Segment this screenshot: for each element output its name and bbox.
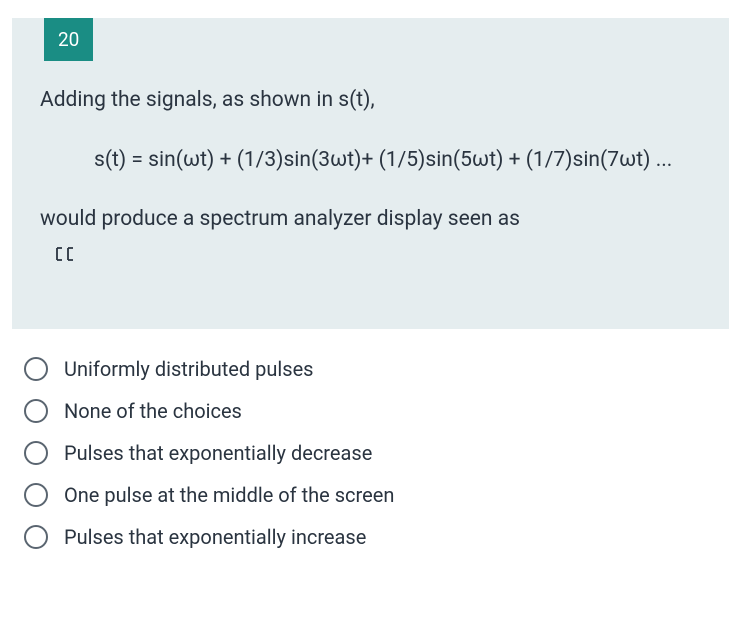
radio-button[interactable] (24, 525, 48, 549)
option-label: Uniformly distributed pulses (64, 357, 314, 381)
question-number-badge: 20 (44, 18, 93, 61)
radio-button[interactable] (24, 399, 48, 423)
question-formula: s(t) = sin(ωt) + (1/3)sin(3ωt)+ (1/5)sin… (40, 145, 701, 177)
option-label: Pulses that exponentially increase (64, 525, 366, 549)
question-line-1: Adding the signals, as shown in s(t), (40, 85, 701, 117)
option-row[interactable]: One pulse at the middle of the screen (24, 483, 717, 507)
option-row[interactable]: Pulses that exponentially decrease (24, 441, 717, 465)
placeholder-icon (40, 242, 701, 269)
question-line-2: would produce a spectrum analyzer displa… (40, 204, 701, 236)
option-label: Pulses that exponentially decrease (64, 441, 372, 465)
question-container: 20 Adding the signals, as shown in s(t),… (12, 18, 729, 329)
radio-button[interactable] (24, 483, 48, 507)
option-row[interactable]: Pulses that exponentially increase (24, 525, 717, 549)
option-label: None of the choices (64, 399, 242, 423)
question-text: Adding the signals, as shown in s(t), s(… (12, 61, 729, 269)
options-list: Uniformly distributed pulses None of the… (12, 329, 729, 549)
radio-button[interactable] (24, 441, 48, 465)
option-row[interactable]: Uniformly distributed pulses (24, 357, 717, 381)
option-label: One pulse at the middle of the screen (64, 483, 394, 507)
option-row[interactable]: None of the choices (24, 399, 717, 423)
radio-button[interactable] (24, 357, 48, 381)
